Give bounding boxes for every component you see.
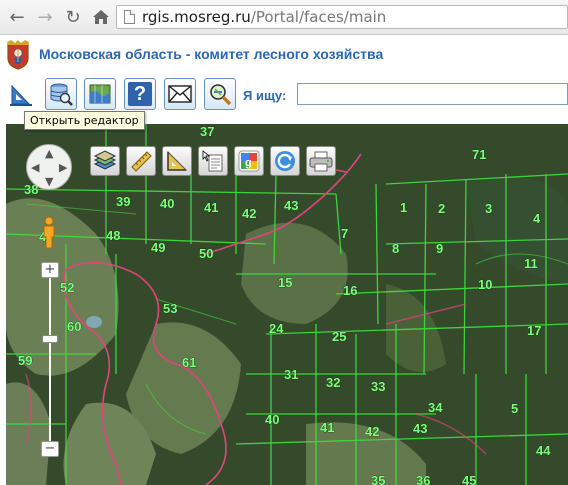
pan-right-icon[interactable]: ▶ — [59, 162, 67, 173]
quarter-label: 32 — [326, 375, 340, 390]
quarter-label: 50 — [199, 246, 213, 261]
quarter-label: 35 — [371, 473, 385, 485]
url-text: rgis.mosreg.ru/Portal/faces/main — [142, 8, 386, 26]
ruler-icon — [131, 151, 152, 172]
home-icon[interactable] — [89, 5, 113, 29]
envelope-icon — [168, 85, 192, 103]
help-button[interactable]: ? — [124, 78, 156, 110]
magnifier-icon — [210, 84, 232, 106]
quarter-label: 40 — [265, 412, 279, 427]
layers-tool-button[interactable] — [90, 146, 120, 176]
quarter-label: 60 — [67, 319, 81, 334]
site-header: Московская область - комитет лесного хоз… — [0, 36, 568, 74]
ruler-triangle-icon — [10, 84, 32, 106]
map-layers-button[interactable] — [84, 78, 116, 110]
database-search-icon — [50, 83, 73, 106]
quarter-label: 7 — [341, 226, 348, 241]
area-measure-icon — [167, 150, 188, 171]
pan-control-icon[interactable]: ▲ ▼ ◀ ▶ — [26, 144, 72, 190]
svg-text:g: g — [245, 157, 252, 169]
browser-window: ← → ↻ rgis.mosreg.ru/Portal/faces/main М… — [0, 0, 568, 485]
google-icon: g — [238, 150, 260, 172]
question-icon: ? — [128, 82, 152, 106]
quarter-label: 71 — [472, 147, 486, 162]
zoom-slider-handle[interactable] — [42, 335, 58, 343]
zoom-out-button[interactable]: − — [41, 441, 59, 457]
refresh-icon — [275, 151, 295, 171]
quarter-label: 45 — [462, 473, 476, 485]
quarter-label: 1 — [400, 200, 407, 215]
quarter-label: 42 — [365, 424, 379, 439]
quarter-label: 9 — [436, 241, 443, 256]
quarter-label: 8 — [392, 241, 399, 256]
mail-button[interactable] — [164, 78, 196, 110]
quarter-label: 4 — [533, 211, 541, 226]
address-bar[interactable]: rgis.mosreg.ru/Portal/faces/main — [116, 5, 568, 29]
search-input[interactable] — [297, 83, 568, 105]
editor-button[interactable] — [5, 78, 37, 110]
browser-toolbar: ← → ↻ rgis.mosreg.ru/Portal/faces/main — [0, 0, 568, 35]
quarter-label: 16 — [343, 283, 357, 298]
database-search-button[interactable] — [45, 78, 77, 110]
area-tool-button[interactable] — [162, 146, 192, 176]
forward-icon[interactable]: → — [33, 5, 57, 29]
pan-down-icon[interactable]: ▼ — [45, 176, 53, 187]
printer-icon — [309, 151, 333, 172]
quarter-label: 25 — [332, 329, 346, 344]
quarter-label: 11 — [524, 256, 538, 271]
quarter-label: 53 — [163, 301, 177, 316]
quarter-label: 40 — [160, 196, 174, 211]
search-label: Я ищу: — [243, 88, 287, 103]
quarter-label: 10 — [478, 277, 492, 292]
quarter-label: 34 — [428, 400, 443, 415]
google-tool-button[interactable]: g — [234, 146, 264, 176]
url-path: /Portal/faces/main — [250, 8, 387, 26]
quarter-label: 33 — [371, 379, 385, 394]
pond — [86, 316, 102, 328]
pointer-info-icon — [202, 150, 223, 172]
quarter-label: 37 — [200, 124, 214, 139]
map-tools: g — [90, 146, 336, 180]
quarter-label: 48 — [106, 228, 120, 243]
quarter-label: 41 — [204, 200, 218, 215]
quarter-label: 15 — [278, 275, 292, 290]
quarter-label: 3 — [485, 201, 492, 216]
ruler-tool-button[interactable] — [126, 146, 156, 176]
page-icon — [124, 10, 135, 24]
quarter-label: 24 — [269, 321, 284, 336]
reload-icon[interactable]: ↻ — [61, 5, 85, 29]
quarter-label: 42 — [242, 206, 256, 221]
quarter-label: 2 — [438, 201, 445, 216]
url-domain: rgis.mosreg.ru — [142, 8, 251, 26]
refresh-tool-button[interactable] — [270, 146, 300, 176]
pan-left-icon[interactable]: ◀ — [31, 162, 39, 173]
quarter-label: 31 — [284, 367, 298, 382]
map-view[interactable]: 37 71 38 39 40 41 42 43 1 2 3 4 47 48 49… — [6, 124, 568, 485]
quarter-label: 17 — [527, 323, 541, 338]
info-tool-button[interactable] — [198, 146, 228, 176]
quarter-label: 49 — [151, 240, 165, 255]
quarter-label: 41 — [320, 420, 334, 435]
pegman-icon[interactable] — [41, 216, 57, 250]
coat-of-arms-icon — [7, 40, 29, 70]
quarter-label: 39 — [116, 194, 130, 209]
zoom-in-button[interactable]: + — [41, 262, 59, 278]
quarter-label: 36 — [416, 473, 430, 485]
editor-tooltip: Открыть редактор — [24, 111, 145, 130]
zoom-slider-track[interactable] — [49, 269, 51, 449]
quarter-label: 59 — [18, 353, 32, 368]
quarter-label: 61 — [182, 355, 196, 370]
quarter-label: 43 — [413, 421, 427, 436]
quarter-label: 44 — [536, 443, 551, 458]
map-layers-icon — [89, 84, 111, 104]
pan-up-icon[interactable]: ▲ — [45, 148, 53, 159]
quarter-label: 43 — [284, 198, 298, 213]
site-title: Московская область - комитет лесного хоз… — [39, 46, 384, 62]
print-tool-button[interactable] — [306, 146, 336, 176]
quarter-label: 5 — [511, 401, 518, 416]
back-icon[interactable]: ← — [5, 5, 29, 29]
quarter-label: 52 — [60, 280, 74, 295]
layers-stack-icon — [93, 150, 117, 170]
zoom-search-button[interactable] — [204, 78, 236, 110]
